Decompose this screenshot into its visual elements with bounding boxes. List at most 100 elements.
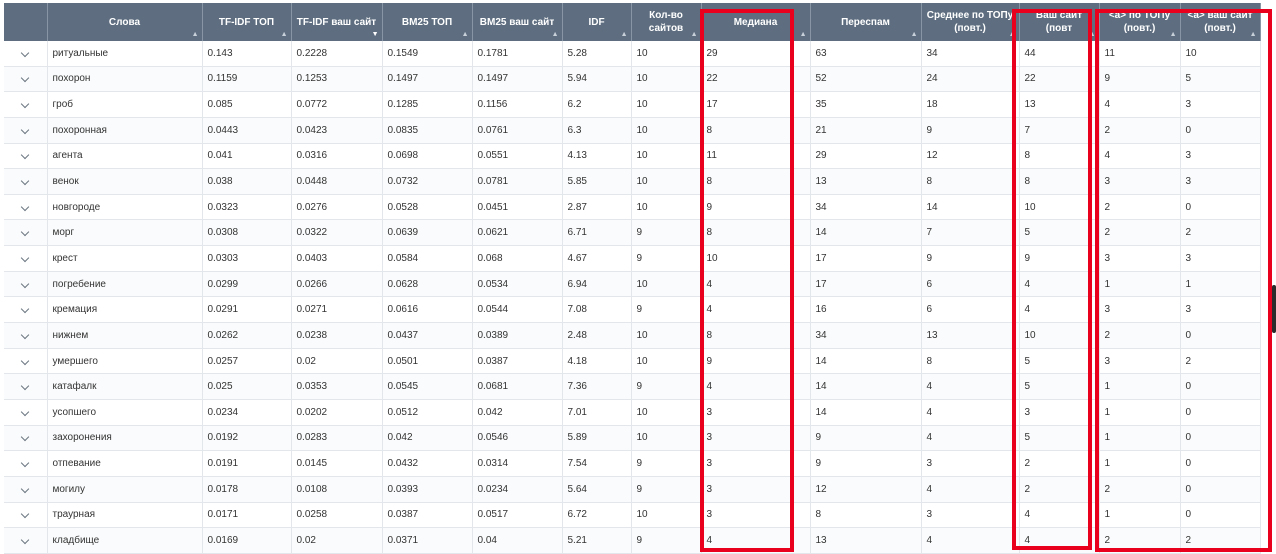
table-row[interactable]: отпевание 0.0191 0.0145 0.0432 0.0314 7.54 9 3 9… [4,450,1261,477]
column-header-tfidf_site[interactable]: TF-IDF ваш сайт ▼ [291,3,383,41]
cell-bm25_top: 0.0432 [382,450,473,477]
column-header-expand[interactable] [4,3,48,41]
column-header-bm25_top[interactable]: BM25 ТОП ▲ [382,3,473,41]
table-row[interactable]: катафалк 0.025 0.0353 0.0545 0.0681 7.36 9 4 14 4… [4,373,1261,400]
column-header-your_site[interactable]: Ваш сайт (повт ▲ [1019,3,1100,41]
column-header-a_site[interactable]: <a> ваш сайт (повт.) ▲ [1180,3,1261,41]
sort-arrow-icon[interactable]: ▲ [691,31,698,38]
cell-sites: 10 [631,41,702,67]
chevron-down-icon [21,99,30,109]
sort-arrow-icon[interactable]: ▲ [1009,31,1016,38]
sort-arrow-icon[interactable]: ▲ [552,31,559,38]
expand-row-toggle[interactable] [4,194,48,221]
table-row[interactable]: похоронная 0.0443 0.0423 0.0835 0.0761 6.3 10 8… [4,117,1261,144]
expand-row-toggle[interactable] [4,271,48,298]
sort-arrow-icon[interactable]: ▲ [1089,31,1096,38]
expand-row-toggle[interactable] [4,502,48,529]
chevron-down-icon [21,535,30,545]
cell-your_site: 9 [1019,245,1100,272]
chevron-down-icon [21,484,30,493]
cell-sites: 10 [631,194,702,221]
expand-row-toggle[interactable] [4,527,48,554]
vertical-scrollbar[interactable] [1272,285,1276,333]
cell-a_site: 0 [1180,502,1261,529]
expand-row-toggle[interactable] [4,450,48,477]
sort-arrow-icon[interactable]: ▼ [372,31,379,38]
column-header-label: Слова [108,16,141,28]
column-header-bm25_site[interactable]: BM25 ваш сайт ▲ [472,3,563,41]
expand-row-toggle[interactable] [4,91,48,118]
table-row[interactable]: гроб 0.085 0.0772 0.1285 0.1156 6.2 10 17 35 18 13… [4,91,1261,118]
expand-row-toggle[interactable] [4,168,48,195]
column-header-spam[interactable]: Переспам ▲ [810,3,922,41]
expand-row-toggle[interactable] [4,296,48,324]
table-row[interactable]: агента 0.041 0.0316 0.0698 0.0551 4.13 10 11 29 1… [4,143,1261,170]
cell-a_site: 2 [1180,527,1261,554]
table-row[interactable]: новгороде 0.0323 0.0276 0.0528 0.0451 2.87 10 9… [4,194,1261,221]
cell-sites: 10 [631,168,702,195]
table-row[interactable]: захоронения 0.0192 0.0283 0.042 0.0546 5.89 10… [4,425,1261,452]
expand-row-toggle[interactable] [4,373,48,400]
sort-arrow-icon[interactable]: ▲ [462,31,469,38]
column-header-median[interactable]: Медиана ▲ [701,3,811,41]
cell-tfidf_site: 0.0266 [291,271,383,298]
cell-a_top: 4 [1099,143,1181,170]
table-row[interactable]: ритуальные 0.143 0.2228 0.1549 0.1781 5.28 10 2… [4,41,1261,67]
expand-row-toggle[interactable] [4,66,48,93]
cell-tfidf_top: 0.0299 [202,271,292,298]
sort-arrow-icon[interactable]: ▲ [621,31,628,38]
sort-arrow-icon[interactable]: ▲ [1170,31,1177,38]
column-header-tfidf_top[interactable]: TF-IDF ТОП ▲ [202,3,292,41]
cell-bm25_site: 0.0387 [472,348,563,375]
expand-row-toggle[interactable] [4,41,48,67]
column-header-avg_top[interactable]: Среднее по ТОПу (повт.) ▲ [921,3,1020,41]
cell-sites: 9 [631,245,702,272]
cell-avg_top: 4 [921,476,1020,503]
table-row[interactable]: кладбище 0.0169 0.02 0.0371 0.04 5.21 9 4 13 4 4 2 2 [4,527,1261,554]
table-row[interactable]: умершего 0.0257 0.02 0.0501 0.0387 4.18 10 9 14 8… [4,348,1261,375]
sort-arrow-icon[interactable]: ▲ [281,31,288,38]
cell-spam: 29 [810,143,922,170]
cell-median: 4 [701,373,811,400]
expand-row-toggle[interactable] [4,348,48,375]
expand-row-toggle[interactable] [4,245,48,272]
cell-tfidf_top: 0.0291 [202,296,292,324]
table-row[interactable]: траурная 0.0171 0.0258 0.0387 0.0517 6.72 10 3 8… [4,502,1261,529]
table-row[interactable]: могилу 0.0178 0.0108 0.0393 0.0234 5.64 9 3 12 4 2… [4,476,1261,503]
table-row[interactable]: усопшего 0.0234 0.0202 0.0512 0.042 7.01 10 3 14… [4,399,1261,426]
cell-idf: 2.87 [562,194,632,221]
column-header-idf[interactable]: IDF ▲ [562,3,632,41]
column-header-word[interactable]: Слова ▲ [47,3,203,41]
cell-sites: 10 [631,399,702,426]
expand-row-toggle[interactable] [4,425,48,452]
table-row[interactable]: нижнем 0.0262 0.0238 0.0437 0.0389 2.48 10 8 34 1… [4,322,1261,349]
table-row[interactable]: похорон 0.1159 0.1253 0.1497 0.1497 5.94 10 22 5… [4,66,1261,93]
sort-arrow-icon[interactable]: ▲ [1250,31,1257,38]
expand-row-toggle[interactable] [4,143,48,170]
table-row[interactable]: погребение 0.0299 0.0266 0.0628 0.0534 6.94 10… [4,271,1261,298]
cell-tfidf_site: 0.0145 [291,450,383,477]
cell-idf: 6.71 [562,219,632,247]
sort-arrow-icon[interactable]: ▲ [800,31,807,38]
cell-your_site: 4 [1019,502,1100,529]
expand-row-toggle[interactable] [4,399,48,426]
cell-tfidf_top: 0.0323 [202,194,292,221]
table-row[interactable]: морг 0.0308 0.0322 0.0639 0.0621 6.71 9 8 14 7 5 2 2 [4,219,1261,247]
sort-arrow-icon[interactable]: ▲ [911,31,918,38]
table-row[interactable]: венок 0.038 0.0448 0.0732 0.0781 5.85 10 8 13 8 8 3… [4,168,1261,195]
column-header-sites[interactable]: Кол-во сайтов ▲ [631,3,702,41]
chevron-down-icon [21,74,30,83]
table-row[interactable]: кремация 0.0291 0.0271 0.0616 0.0544 7.08 9 4 16… [4,296,1261,324]
cell-bm25_top: 0.0371 [382,527,473,554]
column-header-a_top[interactable]: <a> по ТОПу (повт.) ▲ [1099,3,1181,41]
sort-arrow-icon[interactable]: ▲ [192,31,199,38]
cell-word: захоронения [47,425,203,452]
expand-row-toggle[interactable] [4,219,48,247]
cell-bm25_top: 0.0732 [382,168,473,195]
expand-row-toggle[interactable] [4,117,48,144]
expand-row-toggle[interactable] [4,476,48,503]
table-row[interactable]: крест 0.0303 0.0403 0.0584 0.068 4.67 9 10 17 9 9 3… [4,245,1261,272]
cell-median: 8 [701,322,811,349]
cell-tfidf_site: 0.0271 [291,296,383,324]
expand-row-toggle[interactable] [4,322,48,349]
